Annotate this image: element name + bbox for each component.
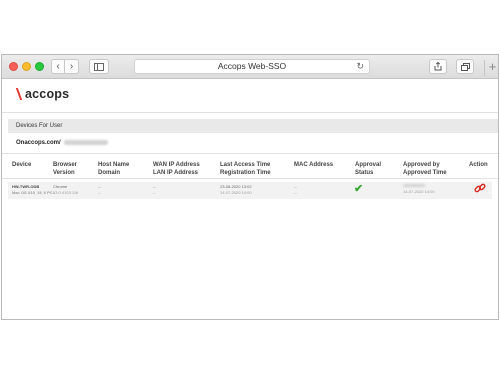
check-icon: ✔ [354,183,364,195]
brand-name: accops [25,87,70,101]
wan-ip: -- [153,184,156,189]
browser-titlebar: ‹ › Accops Web-SSO ↻ + [2,55,498,79]
sidebar-toggle-button[interactable] [89,59,109,74]
new-tab-button[interactable]: + [484,59,498,76]
chevron-right-icon: › [69,61,74,72]
col-device: Device [12,162,32,168]
accops-logo-mark [16,88,23,100]
redacted-approver [403,184,425,187]
chevron-left-icon: ‹ [56,61,60,72]
redacted-username [63,140,108,145]
domain: -- [98,190,101,195]
domain-label: Onaccops.com/ [16,140,61,147]
share-icon [434,62,442,71]
ip-cell: -- -- [153,184,156,196]
devices-table-header: Device Browser Version Host Name Domain … [2,159,498,179]
device-os: Mac OS X10_15_6 PC [12,190,53,195]
device-name: HW-TWR-ODB [12,184,40,189]
device-cell: HW-TWR-ODB Mac OS X10_15_6 PC [12,184,53,196]
last-access-time: 23-08-2020 13:02 [220,184,252,189]
header-divider [2,112,498,113]
col-browser-version: Browser Version [53,162,78,176]
zoom-window-button[interactable] [35,62,44,71]
table-row: HW-TWR-ODB Mac OS X10_15_6 PC Chrome 83.… [8,182,492,199]
col-mac-address: MAC Address [294,162,334,168]
plus-icon: + [488,59,497,74]
approved-time: 14-07-2020 14:00 [403,189,435,194]
section-title: Devices For User [16,123,63,129]
tab-overview-button[interactable] [456,59,474,74]
mac-address: -- [294,184,297,189]
browser-version: 83.0.4103.116 [53,190,79,195]
col-action: Action [469,162,488,168]
reload-icon[interactable]: ↻ [356,60,364,73]
forward-button[interactable]: › [65,59,79,74]
time-cell: 23-08-2020 13:02 14-07-2020 14:00 [220,184,252,196]
browser-window: ‹ › Accops Web-SSO ↻ + accops Devices Fo… [1,54,499,320]
sidebar-icon [94,62,104,71]
browser-cell: Chrome 83.0.4103.116 [53,184,78,196]
accops-logo: accops [16,87,69,101]
page-title: Accops Web-SSO [217,61,287,71]
registration-time: 14-07-2020 14:00 [220,190,252,195]
mac-address-secondary: -- [294,190,297,195]
address-bar[interactable]: Accops Web-SSO ↻ [134,59,370,74]
back-button[interactable]: ‹ [51,59,65,74]
unlink-icon[interactable] [474,182,486,194]
host-name: -- [98,184,101,189]
col-access-registration-time: Last Access Time Registration Time [220,162,271,176]
minimize-window-button[interactable] [22,62,31,71]
col-approval-status: Approval Status [355,162,382,176]
page-content: accops Devices For User Onaccops.com/ De… [2,79,498,319]
col-wan-lan-ip: WAN IP Address LAN IP Address [153,162,200,176]
user-domain-line: Onaccops.com/ [16,140,108,146]
col-approved-by-time: Approved by Approved Time [403,162,447,176]
tabs-icon [460,62,470,71]
host-domain-cell: -- -- [98,184,101,196]
close-window-button[interactable] [9,62,18,71]
section-header: Devices For User [8,119,498,133]
lan-ip: -- [153,190,156,195]
approved-by-cell: 14-07-2020 14:00 [403,184,435,195]
col-host-name-domain: Host Name Domain [98,162,130,176]
domain-divider [2,153,498,154]
mac-cell: -- -- [294,184,297,196]
share-button[interactable] [429,59,447,74]
browser-name: Chrome [53,184,68,189]
